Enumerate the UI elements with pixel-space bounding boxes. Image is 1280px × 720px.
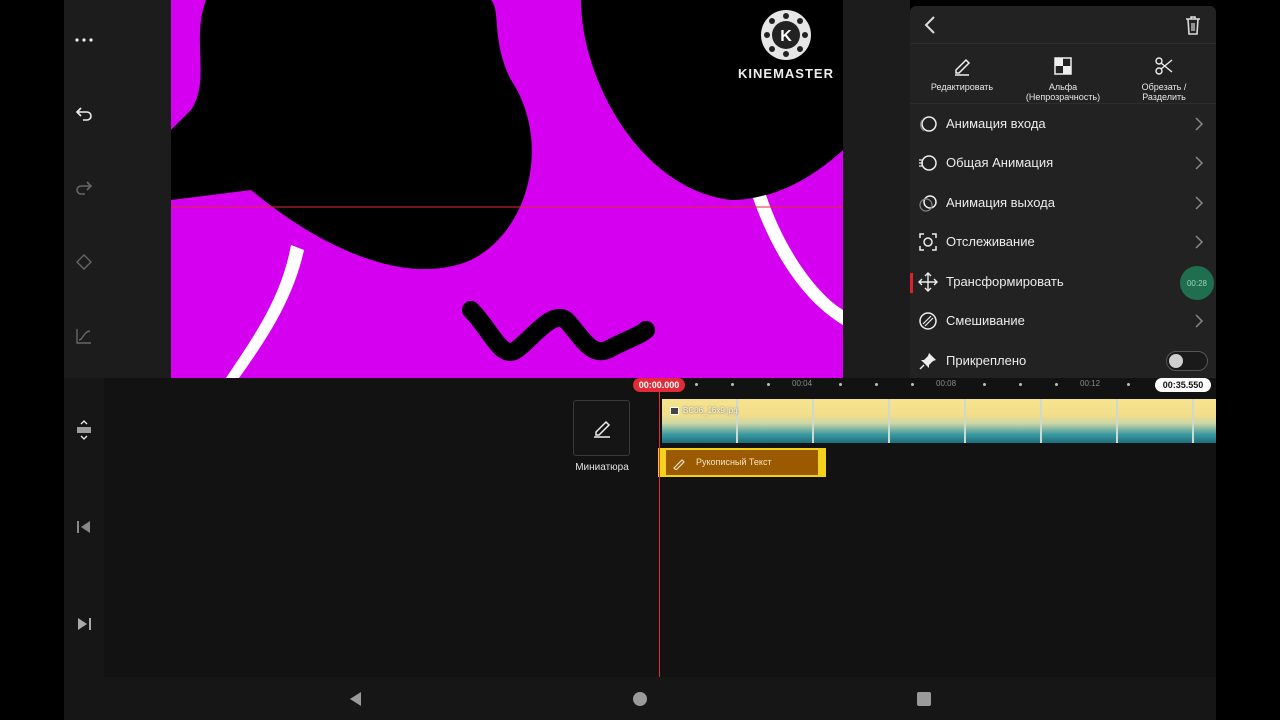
menu-label: Трансформировать <box>946 274 1064 289</box>
in-animation-icon <box>920 116 937 132</box>
edit-tool-label: Редактировать <box>930 82 994 92</box>
left-toolbar <box>64 0 104 378</box>
menu-pinned: Прикреплено <box>910 342 1216 378</box>
trim-handle-right[interactable] <box>818 448 826 477</box>
split-tool-label: Обрезать / Разделить <box>1141 82 1187 102</box>
blend-icon <box>919 312 937 330</box>
edit-tool-button[interactable]: Редактировать <box>912 54 1012 92</box>
android-nav-bar <box>64 677 1216 720</box>
handwriting-icon <box>673 459 685 470</box>
menu-label: Анимация входа <box>946 116 1046 131</box>
logo-letter: K <box>780 28 792 45</box>
undo-icon[interactable] <box>74 104 94 124</box>
tick-dot <box>767 383 770 386</box>
pin-icon <box>919 353 936 370</box>
overall-animation-icon <box>919 155 937 171</box>
kinemaster-logo-icon: K <box>761 10 811 60</box>
nav-home-icon[interactable] <box>631 690 649 708</box>
expand-tracks-icon[interactable] <box>75 420 93 440</box>
clip-name: BC06_16x9.jpg <box>670 406 738 415</box>
tick-label: 00:12 <box>1080 379 1101 388</box>
tick-dot <box>875 383 878 386</box>
kinemaster-watermark: K KINEMASTER <box>736 10 836 90</box>
app-root: K KINEMASTER Редактировать Альфа (Непроз… <box>0 0 1280 720</box>
trash-icon <box>1186 16 1200 35</box>
redo-icon[interactable] <box>74 178 94 198</box>
tick-dot <box>731 383 734 386</box>
panel-header <box>910 6 1216 44</box>
tick-dot <box>983 383 986 386</box>
tick-dot <box>695 383 698 386</box>
chevron-left-icon <box>924 16 935 34</box>
tool-row: Редактировать Альфа (Непрозрачность) Обр… <box>910 46 1216 104</box>
pinned-toggle[interactable] <box>1166 351 1208 371</box>
alpha-tool-button[interactable]: Альфа (Непрозрачность) <box>1013 54 1113 102</box>
menu-label: Прикреплено <box>946 353 1027 368</box>
tick-dot <box>911 383 914 386</box>
current-time: 00:00.000 <box>633 378 685 392</box>
more-icon[interactable] <box>74 30 94 50</box>
nav-recents-icon[interactable] <box>915 690 933 708</box>
playhead[interactable] <box>659 392 660 677</box>
watermark-text: KINEMASTER <box>738 66 834 81</box>
time-badge[interactable]: 00:28 <box>1180 266 1214 300</box>
tick-dot <box>1127 383 1130 386</box>
delete-button[interactable] <box>1182 14 1204 36</box>
pencil-icon <box>912 54 1012 78</box>
menu-in-animation[interactable]: Анимация входа <box>910 105 1216 144</box>
tracking-icon <box>919 233 937 251</box>
keyframe-icon[interactable] <box>74 252 94 272</box>
timeline-left-bar <box>64 378 104 677</box>
alpha-icon <box>1013 54 1113 78</box>
alpha-tool-label: Альфа (Непрозрачность) <box>1025 82 1101 102</box>
menu-out-animation[interactable]: Анимация выхода <box>910 184 1216 223</box>
menu-blend[interactable]: Смешивание <box>910 302 1216 341</box>
active-indicator <box>910 273 913 293</box>
tick-dot <box>1019 383 1022 386</box>
handwriting-text-clip[interactable]: Рукописный Текст <box>658 448 826 477</box>
thumbnail-label: Миниатюра <box>575 462 629 473</box>
split-tool-button[interactable]: Обрезать / Разделить <box>1114 54 1214 102</box>
chevron-right-icon <box>1195 117 1204 131</box>
timeline[interactable]: 00:00.000 00:04 00:08 00:12 00:35.550 Ми… <box>64 378 1216 677</box>
tick-dot <box>1055 383 1058 386</box>
nav-back-icon[interactable] <box>347 690 365 708</box>
menu-overall-animation[interactable]: Общая Анимация <box>910 144 1216 183</box>
menu-label: Смешивание <box>946 313 1025 328</box>
chart-icon[interactable] <box>74 326 94 346</box>
image-icon <box>670 406 679 415</box>
back-button[interactable] <box>920 14 942 36</box>
menu-label: Анимация выхода <box>946 195 1056 210</box>
menu-label: Общая Анимация <box>946 155 1054 170</box>
chevron-right-icon <box>1195 235 1204 249</box>
chevron-right-icon <box>1195 196 1204 210</box>
move-arrows-icon <box>918 272 938 292</box>
tick-label: 00:08 <box>936 379 957 388</box>
skip-to-end-icon[interactable] <box>76 616 92 632</box>
menu-label: Отслеживание <box>946 234 1035 249</box>
thumbnail-button[interactable] <box>573 400 630 456</box>
main-video-clip[interactable]: BC06_16x9.jpg <box>662 399 1216 443</box>
scissors-icon <box>1114 54 1214 78</box>
clip-filename: BC06_16x9.jpg <box>683 406 738 415</box>
menu-tracking[interactable]: Отслеживание <box>910 223 1216 262</box>
tick-dot <box>839 383 842 386</box>
skip-to-start-icon[interactable] <box>76 519 92 535</box>
total-duration: 00:35.550 <box>1155 378 1211 392</box>
toggle-knob <box>1169 354 1183 368</box>
chevron-right-icon <box>1195 156 1204 170</box>
pencil-icon <box>593 420 610 438</box>
tick-label: 00:04 <box>792 379 813 388</box>
out-animation-icon <box>919 195 937 212</box>
menu-transform[interactable]: Трансформировать 00:28 <box>910 263 1216 302</box>
text-clip-label: Рукописный Текст <box>696 457 772 467</box>
chevron-right-icon <box>1195 314 1204 328</box>
clip-options-panel: Редактировать Альфа (Непрозрачность) Обр… <box>910 6 1216 378</box>
